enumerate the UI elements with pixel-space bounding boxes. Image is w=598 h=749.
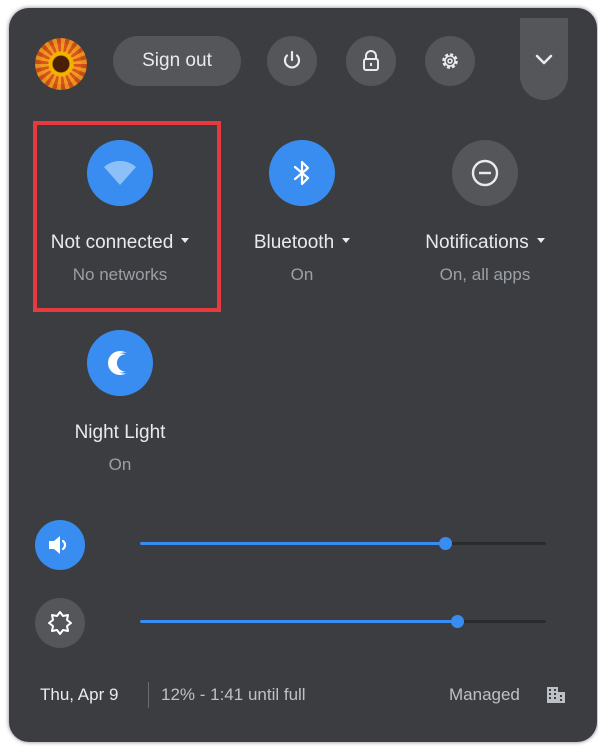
user-avatar[interactable] [35, 38, 87, 90]
speaker-icon [49, 536, 67, 554]
quick-settings-panel: Sign out Not connected No networks Bluet… [9, 8, 597, 742]
bluetooth-tile[interactable]: Bluetooth On [212, 140, 392, 285]
network-highlight-box [33, 121, 221, 312]
date-label[interactable]: Thu, Apr 9 [40, 685, 118, 705]
bluetooth-label[interactable]: Bluetooth [212, 232, 392, 254]
notifications-tile[interactable]: Notifications On, all apps [395, 140, 575, 285]
volume-slider-fill [140, 542, 445, 545]
night-light-status: On [108, 455, 132, 474]
bluetooth-icon [293, 160, 310, 186]
footer-divider [148, 682, 149, 708]
brightness-slider-thumb[interactable] [450, 615, 464, 628]
collapse-button[interactable] [520, 18, 568, 100]
power-icon [283, 50, 301, 69]
notifications-toggle[interactable] [452, 140, 518, 206]
chevron-down-icon [535, 54, 553, 65]
dropdown-caret-icon [536, 238, 545, 244]
moon-icon [108, 351, 135, 375]
bluetooth-status: On [290, 265, 314, 284]
notifications-status: On, all apps [439, 265, 531, 284]
brightness-icon [48, 611, 72, 635]
do-not-disturb-icon [471, 159, 499, 187]
power-button[interactable] [267, 36, 317, 86]
brightness-slider-fill [140, 620, 457, 623]
notifications-label[interactable]: Notifications [395, 232, 575, 254]
night-light-label[interactable]: Night Light [30, 422, 210, 444]
settings-button[interactable] [425, 36, 475, 86]
bluetooth-toggle[interactable] [269, 140, 335, 206]
volume-slider-thumb[interactable] [438, 537, 452, 550]
volume-mute-button[interactable] [35, 520, 85, 570]
battery-status[interactable]: 12% - 1:41 until full [161, 685, 306, 705]
avatar-center [53, 56, 69, 72]
lock-icon [363, 50, 379, 71]
night-light-toggle[interactable] [87, 330, 153, 396]
dropdown-caret-icon [342, 238, 351, 244]
night-light-tile[interactable]: Night Light On [30, 330, 210, 475]
sign-out-button[interactable]: Sign out [113, 36, 241, 86]
settings-gear-icon [442, 53, 458, 69]
brightness-button[interactable] [35, 598, 85, 648]
lock-button[interactable] [346, 36, 396, 86]
volume-slider[interactable] [140, 537, 546, 550]
building-icon[interactable] [546, 685, 566, 710]
brightness-slider[interactable] [140, 615, 546, 628]
managed-label[interactable]: Managed [449, 685, 520, 705]
status-footer: Thu, Apr 9 12% - 1:41 until full Managed [9, 676, 597, 716]
